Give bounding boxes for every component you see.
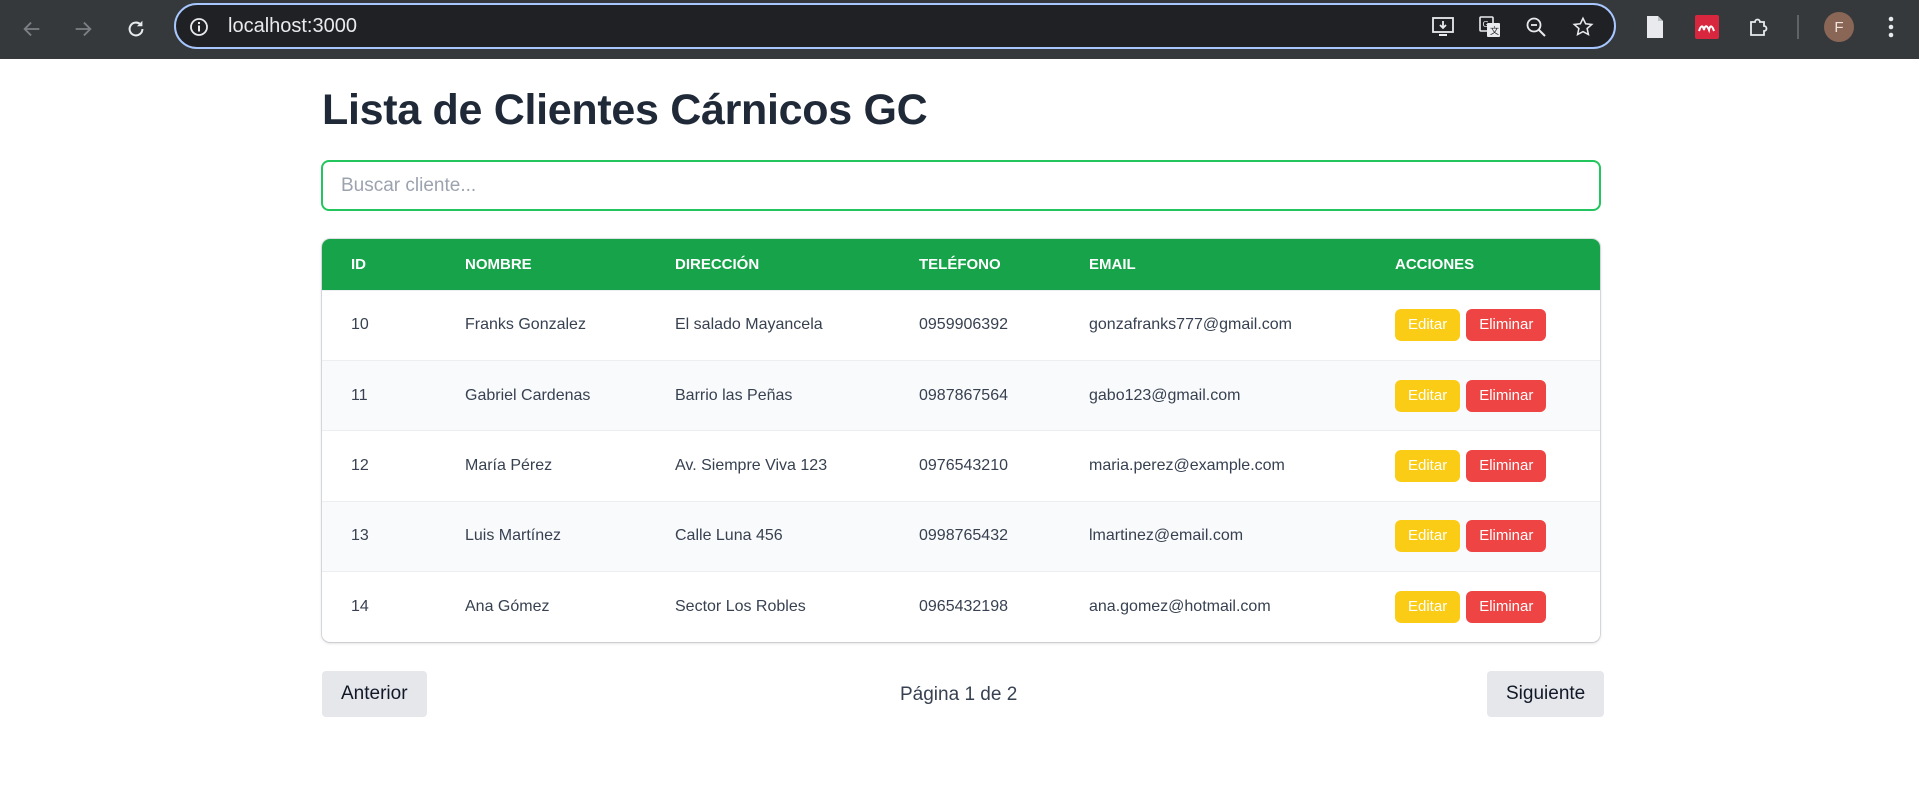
page-indicator: Página 1 de 2 <box>900 684 1018 705</box>
url-text: localhost:3000 <box>228 15 357 37</box>
install-app-icon[interactable] <box>1430 14 1456 40</box>
cell-direccion: Sector Los Robles <box>675 598 806 615</box>
cell-acciones: Editar Eliminar <box>1395 290 1600 360</box>
cell-email: maria.perez@example.com <box>1089 456 1285 474</box>
edit-button[interactable]: Editar <box>1395 379 1461 412</box>
table-row: 10 Franks Gonzalez El salado Mayancela 0… <box>322 290 1600 360</box>
cell-acciones: Editar Eliminar <box>1395 360 1600 430</box>
table-row: 14 Ana Gómez Sector Los Robles 096543219… <box>322 571 1600 642</box>
column-header-email: EMAIL <box>1089 255 1136 273</box>
cell-email: gonzafranks777@gmail.com <box>1089 316 1293 334</box>
cell-email: ana.gomez@hotmail.com <box>1089 598 1271 615</box>
cell-acciones: Editar Eliminar <box>1395 572 1600 642</box>
mendeley-extension-icon[interactable] <box>1691 11 1723 43</box>
cell-id: 12 <box>351 456 369 474</box>
delete-button[interactable]: Eliminar <box>1466 449 1547 482</box>
column-header-nombre: NOMBRE <box>465 255 532 273</box>
next-page-button[interactable]: Siguiente <box>1487 671 1605 717</box>
cell-email: gabo123@gmail.com <box>1089 386 1241 404</box>
svg-text:G: G <box>1483 20 1489 29</box>
cell-telefono: 0976543210 <box>919 456 1008 474</box>
table-header-row: ID NOMBRE DIRECCIÓN TELÉFONO EMAIL ACCIO… <box>322 239 1600 290</box>
reload-icon[interactable] <box>118 11 154 47</box>
toolbar-divider <box>1797 15 1799 39</box>
clients-table: ID NOMBRE DIRECCIÓN TELÉFONO EMAIL ACCIO… <box>322 239 1600 642</box>
menu-kebab-icon[interactable] <box>1875 11 1907 43</box>
cell-direccion: Barrio las Peñas <box>675 386 793 404</box>
cell-acciones: Editar Eliminar <box>1395 501 1600 571</box>
svg-text:文: 文 <box>1490 25 1499 37</box>
column-header-id: ID <box>351 255 366 273</box>
edit-button[interactable]: Editar <box>1395 309 1461 342</box>
forward-icon[interactable] <box>65 11 101 47</box>
cell-direccion: Av. Siempre Viva 123 <box>675 456 828 474</box>
delete-button[interactable]: Eliminar <box>1466 591 1547 623</box>
delete-button[interactable]: Eliminar <box>1466 520 1547 553</box>
column-header-telefono: TELÉFONO <box>919 255 1001 273</box>
cell-telefono: 0987867564 <box>919 386 1008 404</box>
profile-avatar[interactable]: F <box>1824 12 1854 42</box>
edit-button[interactable]: Editar <box>1395 591 1461 623</box>
translate-icon[interactable]: 文G <box>1477 14 1503 40</box>
cell-id: 13 <box>351 527 369 545</box>
cell-id: 14 <box>351 598 369 615</box>
cell-nombre: Franks Gonzalez <box>465 316 586 334</box>
cell-nombre: María Pérez <box>465 456 553 474</box>
cell-nombre: Luis Martínez <box>465 527 562 545</box>
back-icon[interactable] <box>14 11 50 47</box>
reading-list-icon[interactable] <box>1639 11 1671 43</box>
bookmark-star-icon[interactable] <box>1570 14 1596 40</box>
extensions-puzzle-icon[interactable] <box>1743 11 1775 43</box>
site-info-icon[interactable] <box>186 14 212 40</box>
zoom-icon[interactable] <box>1523 14 1549 40</box>
cell-telefono: 0959906392 <box>919 316 1008 334</box>
cell-telefono: 0965432198 <box>919 598 1008 615</box>
column-header-acciones: ACCIONES <box>1395 255 1475 273</box>
cell-nombre: Ana Gómez <box>465 598 550 615</box>
cell-direccion: Calle Luna 456 <box>675 527 783 545</box>
table-row: 12 María Pérez Av. Siempre Viva 123 0976… <box>322 430 1600 501</box>
cell-acciones: Editar Eliminar <box>1395 431 1600 501</box>
search-input[interactable] <box>321 160 1601 211</box>
browser-toolbar: localhost:3000 文G F <box>0 0 1919 59</box>
delete-button[interactable]: Eliminar <box>1466 309 1547 342</box>
edit-button[interactable]: Editar <box>1395 520 1461 553</box>
column-header-direccion: DIRECCIÓN <box>675 255 760 273</box>
cell-telefono: 0998765432 <box>919 527 1008 545</box>
delete-button[interactable]: Eliminar <box>1466 379 1547 412</box>
cell-id: 10 <box>351 316 369 334</box>
table-row: 11 Gabriel Cardenas Barrio las Peñas 098… <box>322 360 1600 431</box>
page-title: Lista de Clientes Cárnicos GC <box>322 86 928 134</box>
previous-page-button[interactable]: Anterior <box>322 671 427 717</box>
address-bar[interactable]: localhost:3000 文G <box>174 3 1616 49</box>
edit-button[interactable]: Editar <box>1395 449 1461 482</box>
cell-direccion: El salado Mayancela <box>675 316 823 334</box>
cell-email: lmartinez@email.com <box>1089 527 1244 545</box>
cell-nombre: Gabriel Cardenas <box>465 386 591 404</box>
table-row: 13 Luis Martínez Calle Luna 456 09987654… <box>322 501 1600 572</box>
cell-id: 11 <box>351 386 368 404</box>
